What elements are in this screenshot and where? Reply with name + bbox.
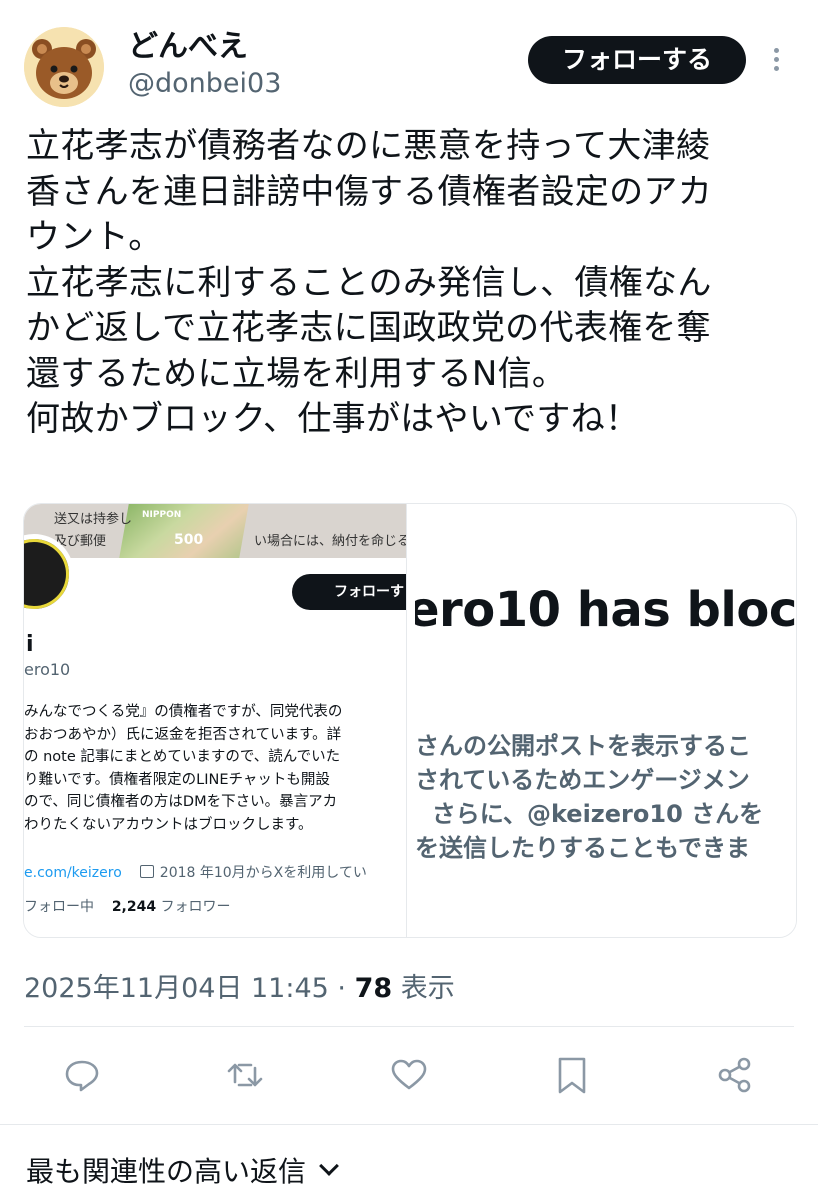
profile-follow-button: フォローす bbox=[292, 574, 406, 610]
chevron-down-icon bbox=[319, 1156, 339, 1176]
blocked-message: さんの公開ポストを表示するこ されているためエンゲージメン さらに、@keize… bbox=[415, 732, 764, 862]
repost-icon[interactable] bbox=[223, 1053, 267, 1097]
avatar[interactable] bbox=[24, 27, 104, 107]
profile-follow-stats: フォロー中 2,244 フォロワー bbox=[24, 896, 231, 916]
separator: · bbox=[337, 973, 347, 1004]
blocked-title: ero10 has bloc bbox=[415, 582, 796, 638]
banner-text: い場合には、納付を命じる補正命 bbox=[254, 534, 406, 549]
stamp-label: NIPPON bbox=[142, 510, 182, 520]
postage-stamp bbox=[119, 504, 249, 558]
followers-label: フォロワー bbox=[160, 899, 231, 915]
stamp-value: 500 bbox=[174, 532, 204, 548]
bear-avatar-icon bbox=[24, 27, 104, 107]
media-image-blocked-screenshot[interactable]: ero10 has bloc さんの公開ポストを表示するこ されているためエンゲ… bbox=[415, 504, 796, 937]
profile-name: i bbox=[26, 632, 34, 657]
post-timestamp: 2025年11月04日 11:45 · 78 表示 bbox=[24, 966, 455, 1005]
divider bbox=[0, 1124, 818, 1125]
divider bbox=[24, 1026, 794, 1027]
profile-handle: ero10 bbox=[24, 660, 71, 679]
banner-text: 送又は持参し bbox=[54, 512, 133, 527]
post-text: 立花孝志が債務者なのに悪意を持って大津綾 香さんを連日誹謗中傷する債権者設定のア… bbox=[26, 126, 712, 439]
profile-link: e.com/keizero bbox=[24, 865, 122, 881]
post-date[interactable]: 2025年11月04日 11:45 bbox=[24, 973, 329, 1004]
media-image-profile-screenshot[interactable]: NIPPON 500 送又は持参し 及び郵便 い場合には、納付を命じる補正命 フ… bbox=[24, 504, 406, 937]
views-label: 表示 bbox=[400, 973, 455, 1004]
profile-meta: e.com/keizero 2018 年10月からXを利用してい bbox=[24, 862, 367, 882]
views-count: 78 bbox=[354, 973, 393, 1004]
action-bar bbox=[0, 1053, 818, 1101]
profile-bio: みんなでつくる党』の債権者ですが、同党代表の おおつあやか）氏に返金を拒否されて… bbox=[24, 704, 343, 833]
profile-banner: NIPPON 500 送又は持参し 及び郵便 い場合には、納付を命じる補正命 bbox=[24, 504, 406, 558]
user-handle[interactable]: @donbei03 bbox=[128, 68, 281, 100]
more-options-icon[interactable] bbox=[766, 44, 786, 76]
reply-icon[interactable] bbox=[60, 1053, 104, 1097]
follow-button[interactable]: フォローする bbox=[528, 36, 746, 84]
bookmark-icon[interactable] bbox=[550, 1053, 594, 1097]
like-icon[interactable] bbox=[387, 1053, 431, 1097]
replies-sort-label: 最も関連性の高い返信 bbox=[26, 1155, 307, 1188]
calendar-icon bbox=[139, 865, 154, 878]
display-name[interactable]: どんべえ bbox=[128, 30, 248, 64]
replies-sort-dropdown[interactable]: 最も関連性の高い返信 bbox=[26, 1150, 339, 1190]
following-label: フォロー中 bbox=[24, 899, 94, 915]
share-icon[interactable] bbox=[713, 1053, 757, 1097]
followers-count: 2,244 bbox=[111, 899, 157, 915]
media-grid[interactable]: NIPPON 500 送又は持参し 及び郵便 い場合には、納付を命じる補正命 フ… bbox=[23, 503, 797, 938]
profile-joined: 2018 年10月からXを利用してい bbox=[159, 865, 367, 881]
